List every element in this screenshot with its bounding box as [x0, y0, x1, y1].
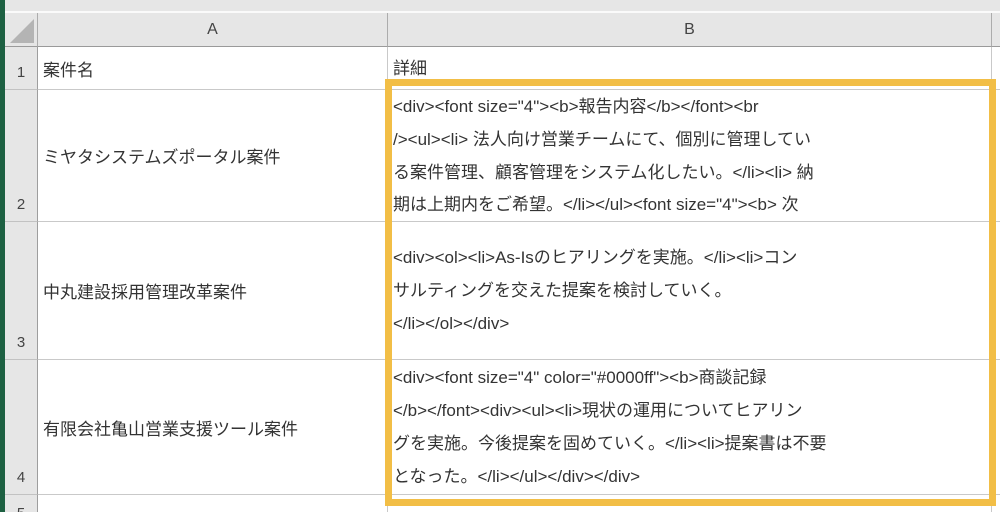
row-header-2[interactable]: 2 [5, 90, 38, 222]
cell-C5-sliver[interactable] [992, 495, 1000, 512]
cell-text-line: となった。</li></ul></div></div> [393, 467, 641, 486]
cell-text-line: 期は上期内をご希望。</li></ul><font size="4"><b> 次 [393, 195, 799, 215]
select-all-triangle-icon [10, 19, 34, 43]
column-header-c-sliver[interactable] [992, 13, 1000, 47]
cell-B4[interactable]: <div><font size="4" color="#0000ff"><b>商… [388, 360, 992, 495]
row-4: 4 有限会社亀山営業支援ツール案件 <div><font size="4" co… [5, 360, 1000, 495]
column-headers-row: A B [5, 13, 1000, 47]
cell-text-line: <div><font size="4"><b>報告内容</b></font><b… [393, 97, 759, 116]
cell-B3[interactable]: <div><ol><li>As-Isのヒアリングを実施。</li><li>コン … [388, 222, 992, 360]
cell-C2-sliver[interactable] [992, 90, 1000, 222]
cell-B2[interactable]: <div><font size="4"><b>報告内容</b></font><b… [388, 90, 992, 222]
row-number-label: 1 [16, 64, 26, 81]
cell-A1[interactable]: 案件名 [38, 47, 388, 90]
cell-text-line: グを実施。今後提案を固めていく。</li><li>提案書は不要 [393, 434, 827, 453]
cell-A3[interactable]: 中丸建設採用管理改革案件 [38, 222, 388, 360]
cell-text-line: サルティングを交えた提案を検討していく。 [393, 281, 732, 300]
row-1: 1 案件名 詳細 [5, 47, 1000, 90]
sheet-grid: 1 案件名 詳細 2 ミヤタシステムズポータル案件 <div><font siz… [5, 47, 1000, 512]
cell-text: 中丸建設採用管理改革案件 [43, 283, 247, 302]
row-3: 3 中丸建設採用管理改革案件 <div><ol><li>As-Isのヒアリングを… [5, 222, 1000, 360]
row-5: 5 [5, 495, 1000, 512]
cell-text-line: </b></font><div><ul><li>現状の運用についてヒアリン [393, 401, 803, 420]
cell-text-line: る案件管理、顧客管理をシステム化したい。</li><li> 納 [393, 162, 814, 182]
cell-B1[interactable]: 詳細 [388, 47, 992, 90]
cell-text-line: /><ul><li> 法人向け営業チームにて、個別に管理してい [393, 129, 811, 149]
column-header-b[interactable]: B [388, 13, 992, 47]
row-number-label: 3 [16, 334, 26, 351]
cell-text: ミヤタシステムズポータル案件 [43, 148, 281, 167]
row-number-label: 4 [16, 469, 26, 486]
formula-bar-gap [5, 0, 1000, 13]
excel-window: A B 1 案件名 詳細 2 ミヤタシステムズポータル案件 <div><font… [0, 0, 1000, 512]
cell-text: 有限会社亀山営業支援ツール案件 [43, 419, 298, 439]
cell-text-line: <div><ol><li>As-Isのヒアリングを実施。</li><li>コン [393, 248, 798, 267]
row-header-3[interactable]: 3 [5, 222, 38, 360]
row-2: 2 ミヤタシステムズポータル案件 <div><font size="4"><b>… [5, 90, 1000, 222]
cell-C3-sliver[interactable] [992, 222, 1000, 360]
cell-text: 案件名 [43, 60, 94, 80]
cell-text-line: </li></ol></div> [393, 314, 510, 333]
cell-text: 詳細 [393, 58, 427, 78]
select-all-button[interactable] [5, 13, 38, 47]
row-header-5[interactable]: 5 [5, 495, 38, 512]
cell-B5[interactable] [388, 495, 992, 512]
cell-A2[interactable]: ミヤタシステムズポータル案件 [38, 90, 388, 222]
cell-C1-sliver[interactable] [992, 47, 1000, 90]
cell-A5[interactable] [38, 495, 388, 512]
column-header-label: B [684, 20, 695, 38]
column-header-a[interactable]: A [38, 13, 388, 47]
row-header-4[interactable]: 4 [5, 360, 38, 495]
row-number-label: 2 [16, 196, 26, 213]
cell-C4-sliver[interactable] [992, 360, 1000, 495]
row-number-label: 5 [17, 505, 25, 512]
column-header-label: A [207, 20, 218, 38]
cell-A4[interactable]: 有限会社亀山営業支援ツール案件 [38, 360, 388, 495]
cell-text-line: <div><font size="4" color="#0000ff"><b>商… [393, 368, 767, 387]
row-header-1[interactable]: 1 [5, 47, 38, 90]
